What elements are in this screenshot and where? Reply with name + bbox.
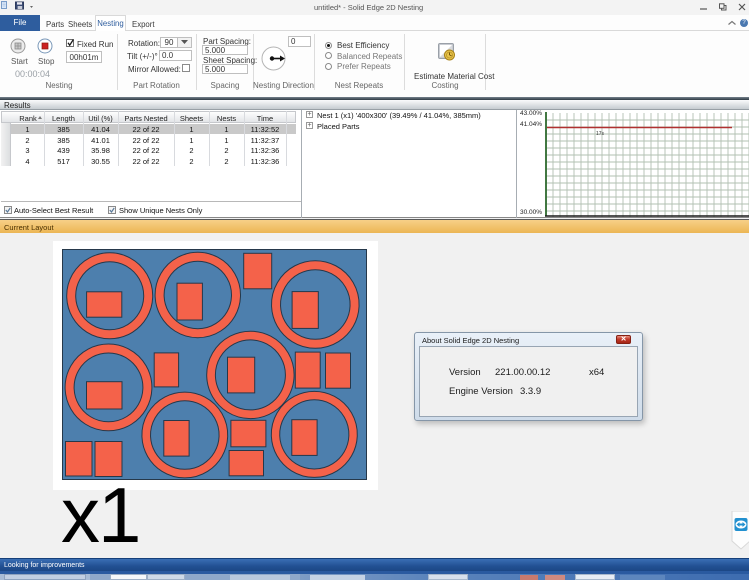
svg-text:17s: 17s <box>596 131 605 137</box>
